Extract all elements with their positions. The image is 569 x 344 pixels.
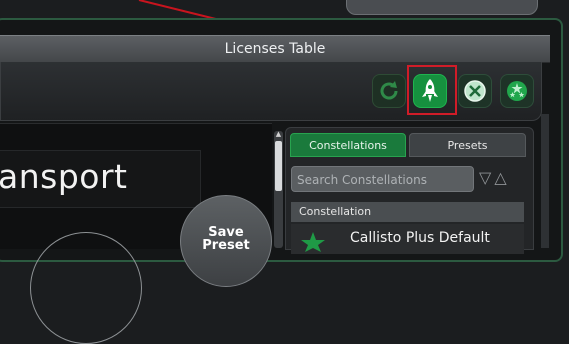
tab-constellations[interactable]: Constellations (290, 133, 406, 157)
scroll-up-icon[interactable]: ▲ (274, 130, 283, 139)
highlight-box (407, 65, 457, 115)
search-input[interactable]: Search Constellations (291, 166, 474, 192)
constellation-button[interactable] (500, 74, 534, 108)
window-title: Licenses Table (0, 35, 550, 63)
refresh-icon (380, 81, 398, 100)
transport-dial[interactable] (30, 232, 142, 344)
sort-down-icon[interactable]: ▽ (479, 168, 494, 187)
refresh-button[interactable] (372, 74, 406, 108)
save-preset-button[interactable]: Save Preset (180, 195, 272, 287)
sort-up-icon[interactable]: △ (494, 168, 509, 187)
stars-icon (507, 81, 527, 101)
top-pill (346, 0, 538, 15)
tab-presets[interactable]: Presets (409, 133, 526, 157)
save-preset-line2: Preset (202, 238, 250, 253)
star-icon (301, 232, 325, 252)
sort-arrows[interactable]: ▽△ (479, 168, 510, 187)
close-circle-icon (464, 80, 486, 102)
scroll-thumb[interactable] (275, 141, 282, 191)
transport-heading: ansport (0, 157, 128, 196)
close-button[interactable] (458, 74, 492, 108)
right-edge (541, 114, 549, 248)
list-item-label: Callisto Plus Default (350, 230, 490, 246)
column-header[interactable]: Constellation (291, 202, 524, 222)
